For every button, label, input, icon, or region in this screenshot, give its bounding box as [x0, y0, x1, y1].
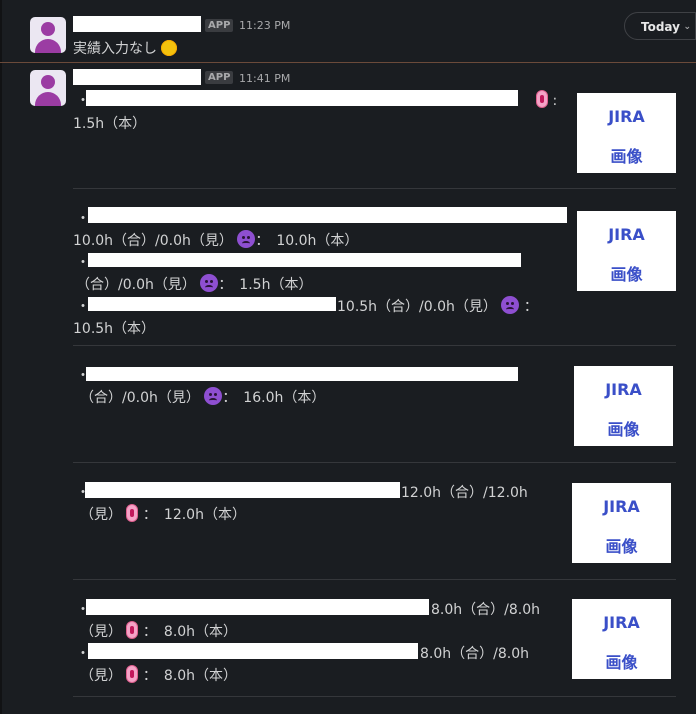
redacted-task-name [85, 482, 400, 498]
avatar[interactable] [30, 70, 66, 106]
jira-image-attachment[interactable]: JIRA 画像 [572, 483, 671, 563]
pill-emoji-icon [126, 621, 139, 639]
jira-image-attachment[interactable]: JIRA 画像 [572, 599, 671, 679]
sad-face-emoji-icon [237, 230, 256, 248]
list-item-hours: 8.0h（合）/8.0h [431, 602, 540, 618]
sad-face-emoji-icon [200, 274, 219, 292]
sun-emoji-icon [161, 40, 178, 56]
list-item-hours: （見） ： 12.0h（本） [80, 504, 246, 524]
sad-face-emoji-icon [501, 296, 520, 314]
slack-channel-view: { "today_button": {"label": "Today", "ch… [0, 0, 696, 714]
jira-image-attachment[interactable]: JIRA 画像 [577, 211, 676, 291]
jira-image-attachment[interactable]: JIRA 画像 [577, 93, 676, 173]
avatar[interactable] [30, 17, 66, 53]
redacted-sender-name [73, 69, 201, 85]
app-badge: APP [205, 19, 234, 32]
date-jump-button[interactable]: Today ⌄ [624, 12, 696, 40]
sad-face-emoji-icon [204, 387, 223, 405]
list-item-hours: （合）/0.0h（見） ： 1.5h（本） [76, 274, 312, 294]
list-item-hours: 1.5h（本） [73, 116, 147, 132]
list-item-hours: 8.0h（合）/8.0h [420, 646, 529, 662]
app-badge: APP [205, 71, 234, 84]
jira-image-attachment[interactable]: JIRA 画像 [574, 366, 673, 446]
redacted-task-name [86, 599, 429, 615]
pill-emoji-icon [126, 504, 139, 522]
pill-emoji-icon [536, 90, 548, 108]
new-messages-divider [0, 62, 696, 63]
chevron-down-icon: ⌄ [683, 22, 691, 32]
divider [73, 462, 676, 463]
divider [73, 696, 676, 697]
message-timestamp[interactable]: 11:41 PM [239, 72, 290, 85]
redacted-sender-name [73, 16, 201, 32]
pill-emoji-icon [126, 665, 139, 683]
list-item-hours: （見） ： 8.0h（本） [80, 621, 237, 641]
redacted-task-name [88, 253, 521, 267]
redacted-task-name [88, 207, 567, 223]
divider [73, 345, 676, 346]
list-item-hours: （合）/0.0h（見） ： 16.0h（本） [80, 387, 325, 407]
message-timestamp[interactable]: 11:23 PM [239, 19, 290, 32]
left-edge [0, 0, 2, 714]
message-text: 実績入力なし [73, 38, 178, 58]
list-item-status: : [536, 90, 557, 109]
redacted-task-name [88, 297, 336, 311]
divider [73, 579, 676, 580]
list-item-hours: 12.0h（合）/12.0h [401, 485, 528, 501]
list-item-hours: 10.5h（本） [73, 321, 156, 337]
redacted-task-name [88, 643, 418, 659]
redacted-task-name [86, 367, 518, 381]
divider [73, 188, 676, 189]
list-item-hours: （見） ： 8.0h（本） [80, 665, 237, 685]
list-item-hours: 10.5h（合）/0.0h（見） ： [337, 296, 538, 316]
redacted-task-name [86, 90, 518, 106]
list-item-hours: 10.0h（合）/0.0h（見） ： 10.0h（本） [73, 230, 358, 250]
